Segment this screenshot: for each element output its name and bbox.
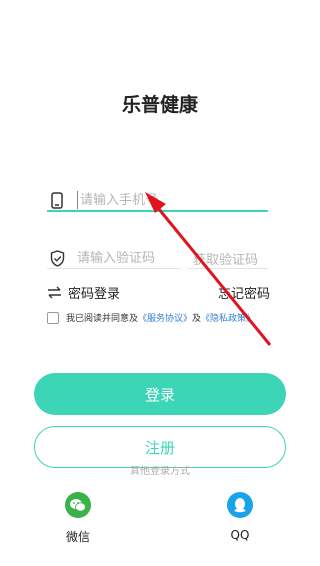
text-caret [77, 191, 78, 209]
agreement-row: 我已阅读并同意及 《服务协议》 及 《隐私政策》 [47, 311, 255, 324]
other-login-title: 其他登录方式 [130, 466, 190, 475]
login-button[interactable]: 登录 [34, 373, 286, 415]
agreement-text: 我已阅读并同意及 [66, 314, 139, 324]
login-screen: 乐普健康 获取验证码 密码登录 [0, 0, 320, 566]
wechat-label: 微信 [65, 530, 90, 544]
qq-label: QQ [230, 528, 250, 542]
get-code-button[interactable]: 获取验证码 [193, 249, 258, 268]
shield-icon [47, 248, 67, 268]
phone-icon [47, 190, 67, 210]
privacy-policy-link[interactable]: 《隐私政策》 [201, 311, 255, 324]
forgot-password-link[interactable]: 忘记密码 [218, 283, 270, 302]
get-code-underline [187, 268, 268, 269]
code-underline [47, 268, 181, 269]
phone-input[interactable] [80, 188, 268, 212]
qq-login[interactable]: QQ [210, 492, 270, 542]
agreement-checkbox[interactable] [47, 311, 59, 324]
swap-icon [47, 286, 63, 299]
wechat-icon [65, 492, 91, 518]
wechat-login[interactable]: 微信 [48, 492, 108, 545]
service-agreement-link[interactable]: 《服务协议》 [138, 311, 192, 324]
qq-icon [227, 492, 253, 518]
agreement-and: 及 [192, 314, 202, 324]
app-title: 乐普健康 [121, 94, 198, 116]
password-login-label: 密码登录 [68, 287, 121, 302]
register-button[interactable]: 注册 [34, 426, 286, 468]
phone-underline [47, 210, 268, 212]
password-login-link[interactable]: 密码登录 [47, 283, 120, 302]
